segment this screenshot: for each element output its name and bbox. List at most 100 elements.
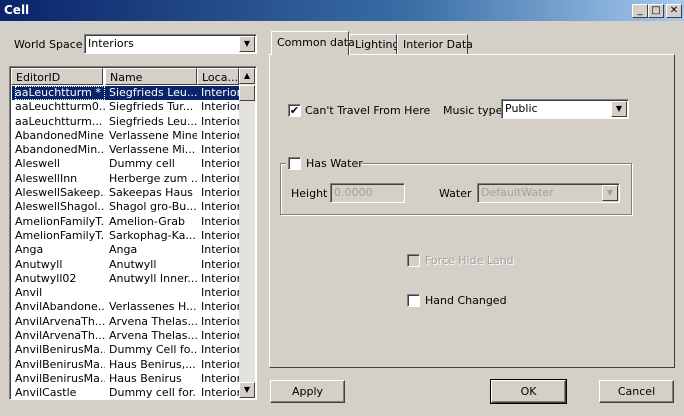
list-scrollbar[interactable]: ▲ ▼ [239,68,255,398]
table-row[interactable]: aaLeuchtturm * Siegfrieds Leu... Interior [12,86,241,101]
location-cell: Interior [201,243,241,257]
location-cell: Interior [201,371,241,385]
name-cell: Verlassene Mi... [109,143,196,157]
close-icon[interactable]: ✕ [666,4,682,18]
music-type-select[interactable]: Public ▼ [501,99,629,119]
location-cell: Interior [201,186,241,200]
window-title: Cell [4,3,30,17]
has-water-label: Has Water [306,157,363,170]
chevron-down-icon[interactable]: ▼ [611,101,627,117]
table-row[interactable]: AbandonedMine Verlassene Mine Interior [12,128,241,143]
location-cell: Interior [201,114,241,128]
name-cell: Anutwyll [109,257,157,271]
name-cell: Arvena Thelas... [109,329,197,343]
location-cell: Interior [201,143,241,157]
table-row[interactable]: AleswellInn Herberge zum ... Interior [12,171,241,186]
table-row[interactable]: AnvilBenirusMa... Haus Benirus,... Interio… [12,357,241,372]
editorid-cell: AnvilArvenaTh... [15,314,105,328]
editorid-cell: AnvilAbandone... [15,300,105,314]
scroll-up-icon[interactable]: ▲ [239,68,255,84]
cant-travel-checkbox[interactable]: ✔ [288,104,301,117]
column-header-location[interactable]: Loca... [197,68,239,85]
table-row[interactable]: aaLeuchtturm... Siegfrieds Leu... Interior [12,114,241,129]
chevron-down-icon[interactable]: ▼ [602,185,618,201]
table-row[interactable]: AleswellSakeep... Sakeepas Haus Interior [12,186,241,200]
ok-button[interactable]: OK [490,379,567,404]
editorid-cell: Anutwyll02 [15,271,77,285]
column-header-name[interactable]: Name [105,68,197,85]
table-row[interactable]: AbandonedMin... Verlassene Mi... Interior [12,143,241,157]
location-cell: Interior [201,171,241,185]
table-row[interactable]: AnvilBenirusMa... Haus Benirus Interior [12,371,241,386]
name-cell: Sakeepas Haus [109,186,193,200]
water-group-caption: Has Water [286,156,363,170]
force-hide-land-checkbox[interactable] [407,254,420,267]
water-select[interactable]: DefaultWater ▼ [477,183,620,203]
editorid-cell: Anga [15,243,44,257]
editorid-cell: AleswellSakeep... [15,186,105,200]
name-cell: Dummy cell [109,157,175,171]
table-row[interactable]: AmelionFamilyT... Sarkophag-Ka... Interior [12,228,241,243]
table-row[interactable]: AnvilCastle Dummy cell for... Interior [12,386,241,400]
minimize-icon[interactable]: _ [632,4,648,18]
cell-list[interactable]: EditorID Name Loca... aaLeuchtturm * Sieg… [9,66,257,400]
editorid-cell: AnvilBenirusMa... [15,357,105,371]
editorid-cell: aaLeuchtturm * [15,86,105,100]
hand-changed-label: Hand Changed [425,294,507,307]
tab-lighting[interactable]: Lighting [349,34,399,54]
editorid-cell: AbandonedMin... [15,143,105,157]
location-cell: Interior [201,386,241,400]
worldspace-label: World Space [14,38,83,51]
scroll-down-icon[interactable]: ▼ [239,382,255,398]
location-cell: Interior [201,200,241,214]
location-cell: Interior [201,357,241,371]
height-input[interactable]: 0.0000 [330,183,405,203]
location-cell: Interior [201,100,241,114]
table-row[interactable]: Anutwyll02 Anutwyll Inner... Interior [12,271,241,286]
chevron-down-icon[interactable]: ▼ [239,36,255,52]
location-cell: Interior [201,257,241,271]
cancel-button[interactable]: Cancel [599,380,674,403]
location-cell: Interior [201,228,241,242]
water-label: Water [439,187,472,200]
name-cell: Amelion-Grab [109,214,185,228]
location-cell: Interior [201,86,241,99]
table-row[interactable]: AnvilArvenaTh... Arvena Thelas... Interior [12,314,241,329]
cell-dialog: Cell _ □ ✕ World Space Interiors ▼ Edito… [0,0,684,416]
table-row[interactable]: AnvilAbandone... Verlassenes H... Interior [12,300,241,314]
editorid-cell: aaLeuchtturm... [15,114,103,128]
table-row[interactable]: Anutwyll Anutwyll Interior [12,257,241,272]
location-cell: Interior [201,214,241,228]
table-row[interactable]: Anga Anga Interior [12,243,241,257]
editorid-cell: Anvil [15,286,43,300]
maximize-icon[interactable]: □ [648,4,664,18]
table-row[interactable]: AleswellShagol... Shagol gro-Bu... Interio… [12,200,241,214]
name-cell: Herberge zum ... [109,171,197,185]
table-row[interactable]: Anvil Interior [12,286,241,300]
table-row[interactable]: AmelionFamilyT... Amelion-Grab Interior [12,214,241,229]
table-row[interactable]: aaLeuchtturm0... Siegfrieds Tur... Interio… [12,100,241,114]
tab-interior-data[interactable]: Interior Data [397,34,473,54]
apply-button[interactable]: Apply [270,380,345,403]
has-water-checkbox[interactable] [288,157,301,170]
scroll-thumb[interactable] [239,85,255,101]
location-cell: Interior [201,128,241,142]
name-cell: Anutwyll Inner... [109,271,197,285]
worldspace-select[interactable]: Interiors ▼ [84,34,257,54]
table-row[interactable]: AnvilBenirusMa... Dummy Cell fo... Interio… [12,343,241,357]
location-cell: Interior [201,329,241,343]
title-bar[interactable]: Cell _ □ ✕ [0,0,684,21]
location-cell: Interior [201,271,241,285]
name-cell: Verlassene Mine [109,128,197,142]
name-cell: Dummy cell for... [109,386,197,400]
tab-common-data[interactable]: Common data [271,31,355,55]
music-type-value: Public [505,102,538,115]
name-cell: Haus Benirus [109,371,182,385]
location-cell: Interior [201,300,241,314]
height-label: Height [291,187,328,200]
column-header-editorid[interactable]: EditorID [11,68,103,85]
hand-changed-checkbox[interactable] [407,294,420,307]
table-row[interactable]: AnvilArvenaTh... Arvena Thelas... Interior [12,329,241,343]
name-cell: Haus Benirus,... [109,357,196,371]
table-row[interactable]: Aleswell Dummy cell Interior [12,157,241,171]
